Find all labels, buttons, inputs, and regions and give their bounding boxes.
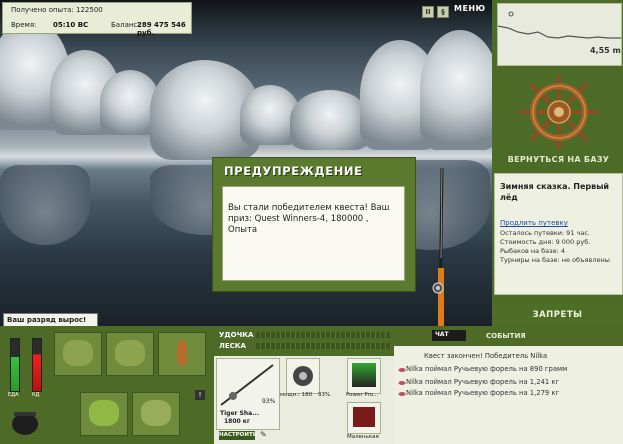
- experience-text: Получено опыта: 122500: [11, 6, 103, 14]
- bait-slot[interactable]: [347, 358, 381, 394]
- bottom-line: [497, 25, 621, 39]
- fish-icon: [398, 379, 406, 387]
- knife-slot[interactable]: [158, 332, 206, 376]
- bag-slot[interactable]: [106, 332, 154, 376]
- backpack-slot[interactable]: [54, 332, 102, 376]
- snow-tree: [290, 90, 370, 150]
- fishing-rod[interactable]: [430, 167, 450, 327]
- event-item: Nilka поймал Ручьевую форель на 1,279 кг: [406, 389, 560, 397]
- knife-icon: [177, 340, 187, 366]
- depth-value: 4,55 m: [590, 46, 621, 55]
- wrench-icon[interactable]: ✎: [260, 430, 267, 439]
- return-to-base-button[interactable]: ВЕРНУТЬСЯ НА БАЗУ: [497, 155, 620, 169]
- bait-name: Power Pro...: [346, 392, 379, 398]
- player-info-panel: Получено опыта: 122500 Время: 05:10 ВС Б…: [2, 2, 192, 37]
- time-value: 05:10 ВС: [53, 21, 89, 29]
- base-info-line: Рыбаков на базе: 4: [500, 247, 565, 255]
- rod-durability: 93%: [262, 398, 276, 405]
- float-marker: [508, 11, 514, 17]
- hook-icon: [353, 407, 375, 427]
- fish-icon: [398, 390, 406, 398]
- kd-gauge-label: КД: [32, 392, 40, 398]
- event-item: Квест закончен! Победитель Nilka: [424, 352, 548, 360]
- depth-profile: [497, 11, 621, 39]
- rank-up-notice[interactable]: Ваш разряд вырос!: [3, 313, 98, 327]
- line-tension-bar: [256, 343, 390, 349]
- line-label: ЛЕСКА: [219, 342, 246, 350]
- reel-icon: [293, 366, 313, 386]
- balance-value: 289 475 546 руб.: [137, 21, 186, 37]
- bag-icon: [115, 340, 145, 366]
- base-info-line: Турниры на базе: не объявлены: [500, 256, 610, 264]
- gauges-panel: ЕДА КД: [2, 330, 48, 442]
- backpack-icon: [63, 340, 93, 366]
- reel-slot[interactable]: [286, 358, 320, 394]
- event-item: Nilka поймал Ручьевую форель на 1,241 кг: [406, 378, 560, 386]
- line-spool-icon: [352, 363, 376, 387]
- chat-tab[interactable]: ЧАТ: [432, 330, 466, 341]
- dialog-title: ПРЕДУПРЕЖДЕНИЕ: [224, 164, 363, 178]
- tree-reflection: [0, 165, 90, 245]
- rod-label: УДОЧКА: [219, 331, 254, 339]
- bucket-slot[interactable]: [132, 392, 180, 436]
- rod-name: Tiger Sha...: [220, 410, 260, 417]
- balance-label: Баланс:: [111, 21, 140, 29]
- chat-tab-label: ЧАТ: [435, 331, 449, 338]
- cauldron-icon[interactable]: [10, 406, 40, 438]
- food-gauge: [10, 338, 20, 392]
- fish-icon: [398, 366, 406, 374]
- hook-slot[interactable]: [347, 402, 381, 434]
- reel-durability: 93%: [318, 392, 331, 398]
- base-info-line: Осталось путевки: 91 час.: [500, 229, 590, 237]
- food-gauge-label: ЕДА: [8, 392, 19, 398]
- dialog-message: Вы стали победителем квеста! Ваш приз: Q…: [228, 203, 390, 235]
- basket-icon: [89, 400, 119, 426]
- basket-slot[interactable]: [80, 392, 128, 436]
- settings-button[interactable]: НАСТРОИТЬ: [219, 431, 257, 440]
- event-item: Nilka поймал Ручьевую форель на 890 грам…: [406, 365, 568, 373]
- menu-button[interactable]: МЕНЮ: [454, 4, 486, 13]
- kd-gauge: [32, 338, 42, 392]
- alert-icon[interactable]: !: [195, 390, 205, 400]
- bans-button[interactable]: ЗАПРЕТЫ: [492, 304, 623, 326]
- rod-tension-bar: [256, 332, 390, 338]
- base-info-line: Стоимость дня: 9 000 руб.: [500, 238, 591, 246]
- events-tab[interactable]: СОБЫТИЯ: [486, 332, 526, 340]
- depth-chart: [497, 3, 622, 66]
- bucket-icon: [141, 400, 171, 426]
- sound-button[interactable]: §: [437, 6, 449, 18]
- reel-info: мощн.: 180: [280, 392, 313, 398]
- ship-wheel-icon[interactable]: [515, 72, 603, 152]
- extend-pass-link[interactable]: Продлить путевку: [500, 219, 568, 227]
- base-title: Зимняя сказка. Первый лёд: [500, 182, 610, 202]
- pause-button[interactable]: II: [422, 6, 434, 18]
- time-label: Время:: [11, 21, 37, 29]
- rod-weight: 1800 кг: [224, 418, 250, 425]
- hook-name: Маленькая: [347, 434, 379, 440]
- snow-tree: [420, 30, 492, 150]
